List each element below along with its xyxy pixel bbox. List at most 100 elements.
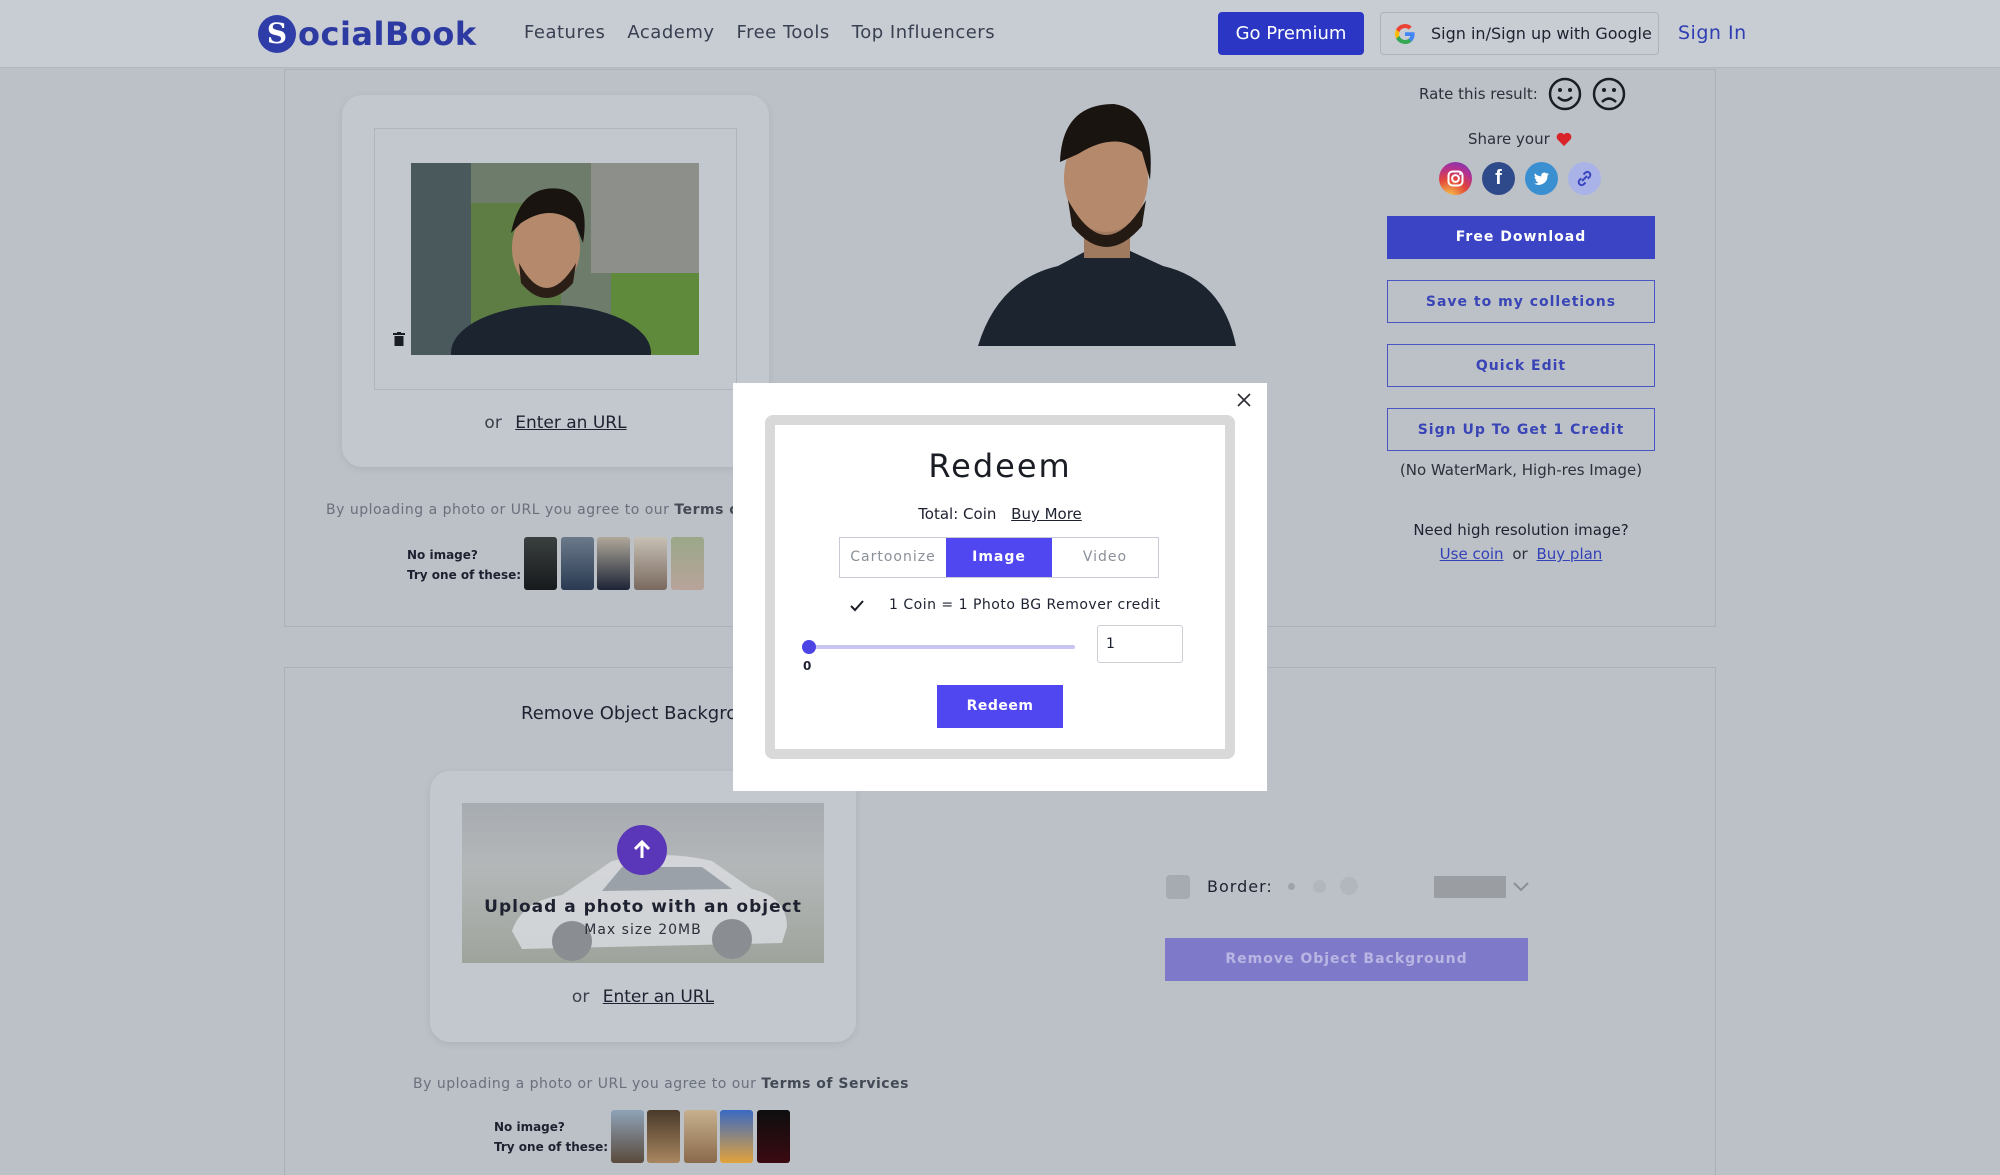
nav-academy[interactable]: Academy (627, 22, 714, 43)
go-premium-button[interactable]: Go Premium (1218, 12, 1364, 55)
copy-link-icon[interactable] (1568, 162, 1601, 195)
enter-url-link[interactable]: Enter an URL (515, 413, 626, 433)
nav-top-influencers[interactable]: Top Influencers (852, 22, 995, 43)
terms-link[interactable]: Terms of Se (674, 502, 736, 518)
object-terms-link[interactable]: Terms of Services (761, 1076, 909, 1092)
upload-object-title: Upload a photo with an object (484, 897, 802, 917)
redeem-frame: Redeem Total: Coin Buy More Cartoonize I… (765, 415, 1235, 759)
redeem-modal: Redeem Total: Coin Buy More Cartoonize I… (733, 383, 1267, 791)
border-size-small[interactable] (1288, 883, 1295, 890)
logo-mark: S (258, 15, 296, 53)
use-coin-link[interactable]: Use coin (1440, 545, 1504, 563)
socialbook-logo[interactable]: S ocialBook (258, 12, 477, 56)
share-label: Share your (1468, 130, 1550, 148)
object-upload-card: Upload a photo with an object Max size 2… (430, 771, 856, 1042)
google-signin-label: Sign in/Sign up with Google (1431, 24, 1652, 43)
delete-icon[interactable] (393, 331, 405, 346)
sample-thumb[interactable] (671, 537, 704, 590)
border-size-large[interactable] (1340, 877, 1358, 895)
url-row: or Enter an URL (342, 413, 769, 433)
upload-arrow-button[interactable] (617, 825, 667, 875)
nav-features[interactable]: Features (524, 22, 605, 43)
max-size-label: Max size 20MB (584, 922, 702, 938)
object-terms-text: By uploading a photo or URL you agree to… (413, 1076, 909, 1092)
uploaded-photo (411, 163, 699, 355)
redeem-title: Redeem (928, 447, 1072, 485)
main-nav: Features Academy Free Tools Top Influenc… (524, 22, 995, 43)
border-label: Border: (1207, 877, 1273, 896)
free-download-button[interactable]: Free Download (1387, 216, 1655, 259)
upload-dropzone[interactable] (374, 128, 737, 390)
object-sample-thumb[interactable] (647, 1110, 680, 1163)
upload-card: or Enter an URL (342, 95, 769, 467)
logo-text: ocialBook (298, 15, 477, 53)
high-res-options: Use coin or Buy plan (1387, 545, 1655, 563)
result-image (978, 104, 1236, 346)
smile-icon[interactable] (1548, 77, 1582, 111)
total-row: Total: Coin Buy More (775, 505, 1225, 523)
slider-min-label: 0 (803, 659, 812, 673)
tab-image[interactable]: Image (946, 538, 1052, 577)
chevron-down-icon[interactable] (1512, 880, 1530, 894)
tab-video[interactable]: Video (1052, 538, 1158, 577)
or-text: or (571, 987, 590, 1007)
coin-slider-track[interactable] (805, 645, 1075, 649)
google-icon (1395, 23, 1415, 44)
try-these-label: Try one of these: (407, 568, 522, 582)
try-these-label: Try one of these: (494, 1140, 609, 1154)
save-collections-button[interactable]: Save to my colletions (1387, 280, 1655, 323)
quantity-input[interactable]: 1 (1097, 625, 1183, 663)
no-image-label: No image? (407, 548, 478, 562)
rate-label: Rate this result: (1419, 85, 1538, 103)
top-header: S ocialBook Features Academy Free Tools … (0, 0, 2000, 68)
quick-edit-button[interactable]: Quick Edit (1387, 344, 1655, 387)
check-icon (850, 600, 864, 612)
terms-text: By uploading a photo or URL you agree to… (326, 502, 736, 518)
rate-row: Rate this result: (1419, 77, 1626, 111)
sample-hint: No image? Try one of these: (407, 545, 521, 585)
border-checkbox[interactable] (1166, 875, 1190, 899)
tab-cartoonize[interactable]: Cartoonize (840, 538, 946, 577)
terms-prefix: By uploading a photo or URL you agree to… (326, 502, 670, 518)
share-row: Share your (1468, 130, 1572, 148)
object-dropzone[interactable]: Upload a photo with an object Max size 2… (462, 803, 824, 963)
facebook-icon[interactable]: f (1482, 162, 1515, 195)
coin-slider-handle[interactable] (802, 640, 816, 654)
object-sample-thumb[interactable] (684, 1110, 717, 1163)
buy-plan-link[interactable]: Buy plan (1536, 545, 1602, 563)
heart-icon (1556, 132, 1572, 146)
google-signin-button[interactable]: Sign in/Sign up with Google (1380, 12, 1659, 55)
instagram-icon[interactable] (1439, 162, 1472, 195)
buy-more-link[interactable]: Buy More (1011, 505, 1082, 523)
object-url-row: or Enter an URL (430, 987, 856, 1007)
sample-thumb[interactable] (524, 537, 557, 590)
object-section-title: Remove Object Backgrou (521, 703, 749, 724)
sample-thumb[interactable] (597, 537, 630, 590)
frown-icon[interactable] (1592, 77, 1626, 111)
nav-free-tools[interactable]: Free Tools (737, 22, 830, 43)
border-color-swatch[interactable] (1434, 876, 1506, 898)
object-sample-thumb[interactable] (757, 1110, 790, 1163)
need-high-res-label: Need high resolution image? (1413, 521, 1629, 539)
no-image-label: No image? (494, 1120, 565, 1134)
object-sample-thumb[interactable] (720, 1110, 753, 1163)
redeem-tabs: Cartoonize Image Video (839, 537, 1159, 578)
object-sample-thumb[interactable] (611, 1110, 644, 1163)
object-enter-url-link[interactable]: Enter an URL (603, 987, 714, 1007)
object-sample-hint: No image? Try one of these: (494, 1117, 608, 1157)
object-terms-prefix: By uploading a photo or URL you agree to… (413, 1076, 757, 1092)
total-coin-label: Total: Coin (918, 505, 997, 523)
close-icon[interactable] (1237, 393, 1251, 407)
sample-thumb[interactable] (634, 537, 667, 590)
redeem-button[interactable]: Redeem (937, 685, 1063, 728)
sample-thumb[interactable] (561, 537, 594, 590)
remove-object-button[interactable]: Remove Object Background (1165, 938, 1528, 981)
twitter-icon[interactable] (1525, 162, 1558, 195)
or-text: or (484, 413, 502, 433)
no-watermark-note: (No WaterMark, High-res Image) (1399, 461, 1643, 479)
border-size-medium[interactable] (1313, 880, 1326, 893)
sign-in-link[interactable]: Sign In (1678, 22, 1747, 44)
or-text: or (1512, 545, 1528, 563)
credit-note: 1 Coin = 1 Photo BG Remover credit (889, 597, 1161, 613)
sign-up-credit-button[interactable]: Sign Up To Get 1 Credit (1387, 408, 1655, 451)
